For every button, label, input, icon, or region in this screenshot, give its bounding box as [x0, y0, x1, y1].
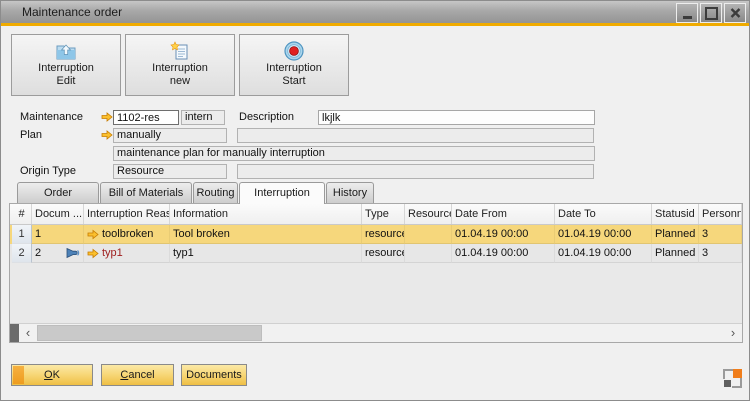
col-header-type[interactable]: Type — [362, 204, 405, 224]
statusid-cell[interactable]: Planned — [652, 244, 699, 263]
maximize-icon — [705, 7, 718, 20]
new-document-icon — [126, 40, 234, 62]
col-header-information[interactable]: Information — [170, 204, 362, 224]
minimize-icon — [683, 16, 692, 19]
maintenance-order-window: Maintenance order Interruption Edit — [0, 0, 750, 401]
toolbar-label: Interruption — [240, 62, 348, 75]
reason-cell[interactable]: toolbroken — [84, 225, 170, 244]
resource-cell[interactable] — [405, 244, 452, 263]
link-arrow-icon[interactable] — [101, 129, 113, 141]
information-cell[interactable]: typ1 — [170, 244, 362, 263]
link-arrow-icon[interactable] — [87, 248, 99, 259]
resource-cell[interactable] — [405, 225, 452, 244]
alarm-megaphone-icon — [66, 247, 81, 259]
record-icon — [240, 40, 348, 62]
document-cell[interactable]: 2 — [32, 244, 84, 263]
link-arrow-icon[interactable] — [87, 229, 99, 240]
cancel-button-label: Cancel — [102, 365, 173, 385]
origin-type-label: Origin Type — [20, 164, 76, 179]
documents-button[interactable]: Documents — [181, 364, 247, 386]
maximize-button[interactable] — [700, 3, 722, 23]
interruption-table: # Docum ... Interruption Reaso Informati… — [9, 203, 743, 343]
toolbar-label: Start — [240, 75, 348, 88]
description-label: Description — [239, 110, 294, 125]
grip-orange-square-icon — [733, 369, 742, 378]
tab-routing[interactable]: Routing — [193, 182, 238, 203]
col-header-date-from[interactable]: Date From — [452, 204, 555, 224]
scroll-left-button[interactable]: ‹ — [19, 324, 37, 342]
toolbar-label: new — [126, 75, 234, 88]
col-header-document[interactable]: Docum ... — [32, 204, 84, 224]
col-header-statusid[interactable]: Statusid — [652, 204, 699, 224]
origin-type-field[interactable]: Resource — [113, 164, 227, 179]
information-cell[interactable]: Tool broken — [170, 225, 362, 244]
type-cell[interactable]: resource — [362, 244, 405, 263]
toolbar-label: Edit — [12, 75, 120, 88]
plan-label: Plan — [20, 128, 42, 143]
plan-note-field[interactable]: maintenance plan for manually interrupti… — [113, 146, 595, 161]
scrollbar-thumb[interactable] — [37, 325, 262, 341]
personnel-cell[interactable]: 3 — [699, 244, 742, 263]
table-row[interactable]: 2 2 typ1 typ1 resource 01.04.19 00:00 01… — [10, 244, 742, 263]
table-header-row: # Docum ... Interruption Reaso Informati… — [10, 204, 742, 225]
plan-field[interactable]: manually — [113, 128, 227, 143]
tab-order[interactable]: Order — [17, 182, 99, 203]
document-cell[interactable]: 1 — [32, 225, 84, 244]
cancel-button[interactable]: Cancel — [101, 364, 174, 386]
close-icon — [730, 8, 741, 18]
tab-history[interactable]: History — [326, 182, 374, 203]
intern-field[interactable]: intern — [181, 110, 225, 125]
date-from-cell[interactable]: 01.04.19 00:00 — [452, 225, 555, 244]
col-header-reason[interactable]: Interruption Reaso — [84, 204, 170, 224]
link-arrow-icon[interactable] — [101, 111, 113, 123]
ok-button-focus-strip — [13, 366, 24, 384]
interruption-new-button[interactable]: Interruption new — [125, 34, 235, 96]
col-header-personnel[interactable]: Personn — [699, 204, 742, 224]
table-row[interactable]: 1 1 toolbroken Tool broken resource 01.0… — [10, 225, 742, 244]
interruption-edit-button[interactable]: Interruption Edit — [11, 34, 121, 96]
scroll-right-button[interactable]: › — [724, 324, 742, 342]
close-button[interactable] — [724, 3, 746, 23]
plan-extra-field[interactable] — [237, 128, 594, 143]
reason-cell[interactable]: typ1 — [84, 244, 170, 263]
reason-text: toolbroken — [102, 225, 153, 243]
toolbar-label: Interruption — [126, 62, 234, 75]
origin-extra-field[interactable] — [237, 164, 594, 179]
col-header-resource[interactable]: Resource — [405, 204, 452, 224]
document-text: 2 — [35, 247, 41, 259]
resize-grip[interactable] — [723, 369, 742, 388]
reason-text: typ1 — [102, 244, 123, 262]
ok-button-label: OK — [12, 365, 92, 385]
folder-upload-icon — [12, 40, 120, 62]
scrollbar-corner-block — [10, 324, 19, 342]
window-controls — [676, 3, 746, 23]
minimize-button[interactable] — [676, 3, 698, 23]
accent-line — [1, 23, 749, 26]
date-from-cell[interactable]: 01.04.19 00:00 — [452, 244, 555, 263]
type-cell[interactable]: resource — [362, 225, 405, 244]
statusid-cell[interactable]: Planned — [652, 225, 699, 244]
tab-bill-of-materials[interactable]: Bill of Materials — [100, 182, 192, 203]
interruption-start-button[interactable]: Interruption Start — [239, 34, 349, 96]
maintenance-code-input[interactable] — [113, 110, 179, 125]
date-to-cell[interactable]: 01.04.19 00:00 — [555, 225, 652, 244]
col-header-num[interactable]: # — [12, 204, 32, 224]
row-number-cell[interactable]: 2 — [12, 244, 32, 263]
documents-button-label: Documents — [182, 365, 246, 385]
date-to-cell[interactable]: 01.04.19 00:00 — [555, 244, 652, 263]
col-header-date-to[interactable]: Date To — [555, 204, 652, 224]
row-number-cell[interactable]: 1 — [12, 225, 32, 244]
grip-dark-square-icon — [724, 380, 731, 387]
horizontal-scrollbar[interactable]: ‹ › — [10, 323, 742, 342]
ok-button[interactable]: OK — [11, 364, 93, 386]
description-input[interactable] — [318, 110, 595, 125]
grip-corner-icon — [732, 378, 742, 388]
toolbar-label: Interruption — [12, 62, 120, 75]
title-bar[interactable]: Maintenance order — [1, 1, 749, 23]
maintenance-label: Maintenance — [20, 110, 83, 125]
tab-interruption[interactable]: Interruption — [239, 182, 325, 204]
window-title: Maintenance order — [22, 5, 122, 19]
personnel-cell[interactable]: 3 — [699, 225, 742, 244]
